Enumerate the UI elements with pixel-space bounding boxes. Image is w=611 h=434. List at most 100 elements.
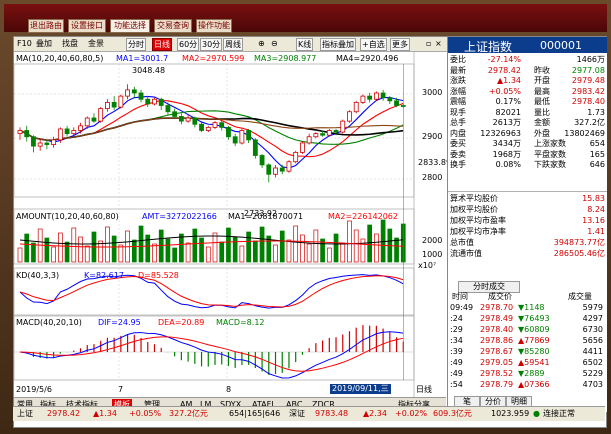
stat-label: 加权平均市盈率 (450, 216, 506, 225)
connection-status[interactable]: 连接正常 (543, 407, 575, 421)
toolbar-overlay[interactable]: 叠加 (36, 38, 52, 49)
amount-bar (306, 243, 312, 263)
candle-body (259, 155, 265, 166)
quote-label: 委买 (450, 139, 466, 148)
amount-bar (105, 226, 110, 263)
trade-p: 2978.49 (480, 314, 514, 323)
candle-body (300, 142, 305, 153)
candle-body (138, 92, 144, 100)
trade-row: :49 2979.05 ▲59541 6502 (448, 358, 607, 368)
amt-value: AMT=3272022166 (142, 212, 217, 221)
trade-p: 2978.52 (480, 369, 514, 378)
quote-label: 下跌家数 (534, 160, 566, 169)
candle-body (44, 142, 50, 145)
top-menu-item-4[interactable]: 操作功能 (196, 19, 232, 33)
quote-value: 82021 (495, 107, 521, 117)
quote-label: 最低 (534, 97, 550, 106)
amount-bar (252, 240, 258, 263)
stat-row: 总市值 394873.77亿 (448, 238, 607, 248)
quote-label: 现手 (450, 107, 466, 117)
period-tab-daily[interactable]: 日线 (152, 38, 172, 51)
stat-value: 8.24 (587, 205, 605, 214)
top-menu-item-2[interactable]: 功能选择 (110, 19, 150, 33)
quote-value: 0.17% (495, 97, 521, 106)
kline-chart[interactable]: MA(10,20,40,60,80,5) MA1=3001.7 MA2=2970… (13, 52, 452, 397)
trade-m: ▲59541 (518, 358, 550, 367)
status-sh-change: ▲1.34 (93, 409, 117, 418)
restore-icon[interactable]: ▫ (426, 38, 431, 49)
candle-body (91, 117, 97, 122)
period-tab-30min[interactable]: 30分 (200, 38, 223, 51)
price-axis-2900: 2900 (422, 132, 443, 141)
toolbar-gold[interactable]: 金景 (88, 38, 104, 49)
trade-row: :39 2978.67 ▼85280 4411 (448, 347, 607, 357)
stat-label: 总市值 (450, 238, 474, 247)
add-watchlist-button[interactable]: +自选 (360, 38, 387, 51)
trade-m: ▼76493 (518, 314, 550, 323)
amount-bar (111, 235, 117, 263)
quote-label: 金额 (534, 118, 550, 127)
candle-body (226, 126, 231, 138)
candle-body (118, 95, 124, 108)
quote-value: 2978.42 (487, 65, 521, 75)
quote-row: 涨幅 +0.05% 最高 2983.42 (448, 87, 607, 97)
stat-label: 流通市值 (450, 249, 482, 258)
amount-bar (374, 233, 379, 263)
candle-body (37, 142, 43, 147)
quote-value: 1.73 (587, 107, 605, 117)
candle-body (266, 164, 272, 175)
top-menu-item-3[interactable]: 交易查询 (154, 19, 192, 33)
toolbar-find[interactable]: 找盘 (62, 38, 78, 49)
stat-row: 加权平均市盈率 13.16 (448, 216, 607, 226)
stat-label: 加权平均股价 (450, 205, 498, 214)
quote-value: 2613万 (492, 118, 521, 127)
price-axis-2800: 2800 (422, 173, 443, 182)
quote-value: 1466万 (576, 55, 605, 64)
candle-body (347, 111, 352, 122)
toolbar-f10[interactable]: F10 (17, 38, 32, 49)
period-tab-weekly[interactable]: 周线 (223, 38, 243, 51)
macd-dea-value: DEA=20.89 (158, 318, 205, 327)
quote-value: 1968万 (492, 149, 521, 159)
amount-bar (145, 234, 151, 263)
quote-value: 13802469 (564, 128, 605, 138)
quote-value: 0.08% (495, 160, 521, 169)
amount-bar (199, 237, 204, 263)
date-axis-month-7: 7 (118, 385, 124, 394)
amount-bar (172, 247, 178, 263)
quote-value: 2978.40 (571, 97, 605, 106)
candle-body (71, 130, 77, 135)
kline-button[interactable]: K线 (296, 38, 314, 51)
zoom-out-icon[interactable]: ⊖ (271, 38, 278, 49)
stat-value: 286505.46亿 (553, 249, 605, 258)
top-menu-item-1[interactable]: 设置接口 (68, 19, 106, 33)
kd-label: KD(40,3,3) (16, 271, 60, 280)
close-icon[interactable]: × (435, 38, 442, 49)
indicator-overlay-button[interactable]: 指标叠加 (320, 38, 356, 51)
kd-k-value: K=82.617 (84, 271, 124, 280)
candle-body (340, 120, 346, 133)
candle-body (232, 136, 238, 144)
trade-columns: 时间 成交价 成交量 (448, 292, 607, 302)
period-tab-intraday[interactable]: 分时 (126, 38, 146, 51)
quote-row: 震幅 0.17% 最低 2978.40 (448, 97, 607, 107)
candle-body (219, 122, 225, 128)
more-button[interactable]: 更多 (390, 38, 410, 51)
trade-m: ▼1148 (518, 303, 545, 312)
amount-bar (84, 245, 90, 263)
period-tab-60min[interactable]: 60分 (177, 38, 200, 51)
zoom-in-icon[interactable]: ⊕ (258, 38, 265, 49)
date-axis-month-8: 8 (226, 385, 232, 394)
amount-bar (179, 233, 184, 263)
stat-value: 394873.77亿 (553, 238, 605, 247)
kd-d-line (19, 275, 404, 308)
trade-volume: 5656 (582, 336, 603, 345)
quote-label: 委比 (450, 55, 466, 64)
amount-bar (293, 225, 299, 263)
candle-body (353, 101, 359, 113)
trade-t: :54 (450, 380, 463, 389)
top-menu-item-0[interactable]: 退出路由 (28, 19, 64, 33)
candle-body (199, 123, 204, 131)
candle-body (360, 95, 366, 103)
candle-body (131, 89, 137, 94)
